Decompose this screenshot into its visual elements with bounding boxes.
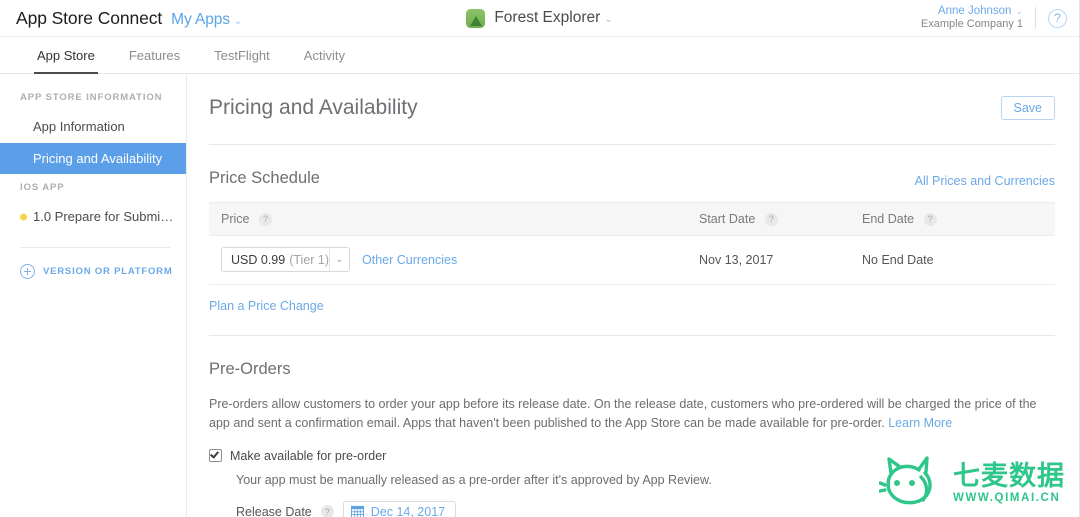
column-header-end-date-label: End Date — [862, 212, 914, 226]
price-help-icon[interactable]: ? — [259, 213, 272, 226]
end-date-help-icon[interactable]: ? — [924, 213, 937, 226]
user-name-label: Anne Johnson — [938, 5, 1012, 17]
save-button[interactable]: Save — [1001, 96, 1056, 120]
app-selector[interactable]: Forest Explorer ⌄ — [494, 9, 612, 27]
price-tier-select[interactable]: USD 0.99 (Tier 1) ⌄ — [221, 247, 350, 272]
plus-circle-icon — [20, 264, 35, 279]
chevron-down-icon: ⌄ — [234, 16, 242, 27]
header-divider — [1035, 7, 1036, 29]
tab-app-store[interactable]: App Store — [20, 37, 112, 73]
page-header: Pricing and Availability Save — [209, 74, 1055, 144]
app-name-label: Forest Explorer — [494, 9, 600, 26]
sidebar: APP STORE INFORMATION App Information Pr… — [0, 74, 187, 517]
pre-order-checkbox[interactable] — [209, 449, 222, 462]
plan-a-price-change-link[interactable]: Plan a Price Change — [209, 285, 1055, 313]
release-date-picker[interactable]: Dec 14, 2017 — [343, 501, 456, 517]
brand-area: App Store Connect My Apps ⌄ — [0, 8, 242, 29]
table-row: USD 0.99 (Tier 1) ⌄ Other Currencies Nov… — [209, 236, 1055, 285]
price-schedule-title: Price Schedule — [209, 169, 320, 188]
my-apps-label: My Apps — [171, 11, 230, 28]
column-header-price: Price ? — [209, 203, 687, 236]
sidebar-item-version-1-0[interactable]: 1.0 Prepare for Submissi... — [0, 201, 186, 233]
all-prices-and-currencies-link[interactable]: All Prices and Currencies — [915, 174, 1055, 188]
price-schedule-header: Price Schedule All Prices and Currencies — [209, 169, 1055, 202]
release-date-row: Release Date ? Dec 14, 2017 — [209, 487, 1055, 517]
tab-features[interactable]: Features — [112, 37, 197, 73]
sidebar-item-pricing-and-availability[interactable]: Pricing and Availability — [0, 143, 186, 175]
sidebar-section-ios-app: iOS APP — [0, 174, 186, 201]
app-store-connect-logo: App Store Connect — [16, 8, 162, 29]
column-header-start-date: Start Date ? — [687, 203, 850, 236]
price-value-label: USD 0.99 — [231, 253, 285, 267]
user-organization-label: Example Company 1 — [921, 18, 1023, 32]
sidebar-item-version-label: 1.0 Prepare for Submissi... — [33, 209, 186, 224]
chevron-down-icon: ⌄ — [1015, 6, 1023, 17]
chevron-down-icon: ⌄ — [604, 14, 612, 25]
chevron-down-icon: ⌄ — [329, 248, 349, 271]
page-title: Pricing and Availability — [209, 96, 418, 120]
learn-more-link[interactable]: Learn More — [888, 416, 952, 430]
tab-activity[interactable]: Activity — [287, 37, 362, 73]
tab-testflight[interactable]: TestFlight — [197, 37, 287, 73]
sidebar-item-app-information[interactable]: App Information — [0, 111, 186, 143]
release-date-help-icon[interactable]: ? — [321, 505, 334, 517]
calendar-icon — [351, 505, 364, 517]
price-schedule-table: Price ? Start Date ? End Date ? — [209, 202, 1055, 285]
release-date-value: Dec 14, 2017 — [371, 505, 445, 517]
check-icon — [210, 450, 219, 459]
price-cell-inner: USD 0.99 (Tier 1) ⌄ Other Currencies — [221, 247, 687, 272]
column-header-start-date-label: Start Date — [699, 212, 755, 226]
pre-orders-description: Pre-orders allow customers to order your… — [209, 395, 1054, 434]
end-date-cell: No End Date — [850, 236, 1055, 285]
main-nav-tabs: App Store Features TestFlight Activity — [0, 36, 1079, 74]
tree-shape-front — [472, 16, 480, 23]
user-text-block: Anne Johnson⌄ Example Company 1 — [921, 4, 1023, 32]
main-content: Pricing and Availability Save Price Sche… — [187, 74, 1079, 517]
app-store-connect-page: App Store Connect My Apps ⌄ Forest Explor… — [0, 0, 1080, 517]
add-version-or-platform-button[interactable]: VERSION OR PLATFORM — [0, 248, 186, 279]
other-currencies-link[interactable]: Other Currencies — [362, 253, 457, 267]
sidebar-section-app-store-information: APP STORE INFORMATION — [0, 84, 186, 111]
column-header-price-label: Price — [221, 212, 249, 226]
price-cell: USD 0.99 (Tier 1) ⌄ Other Currencies — [209, 236, 687, 285]
add-version-label: VERSION OR PLATFORM — [43, 266, 173, 277]
table-header-row: Price ? Start Date ? End Date ? — [209, 203, 1055, 236]
user-menu[interactable]: Anne Johnson⌄ — [921, 4, 1023, 18]
price-tier-label: (Tier 1) — [289, 253, 329, 267]
release-date-label: Release Date — [236, 505, 312, 517]
make-available-for-pre-order-row[interactable]: Make available for pre-order — [209, 434, 1055, 463]
my-apps-menu[interactable]: My Apps ⌄ — [171, 11, 242, 29]
status-dot-icon — [20, 213, 27, 220]
start-date-cell: Nov 13, 2017 — [687, 236, 850, 285]
price-schedule-section: Price Schedule All Prices and Currencies… — [209, 145, 1055, 313]
help-icon[interactable]: ? — [1048, 9, 1067, 28]
user-area: Anne Johnson⌄ Example Company 1 ? — [921, 0, 1067, 36]
pre-orders-section: Pre-Orders Pre-orders allow customers to… — [209, 336, 1055, 517]
top-bar: App Store Connect My Apps ⌄ Forest Explor… — [0, 0, 1079, 36]
pre-orders-title: Pre-Orders — [209, 360, 1055, 395]
forest-app-icon — [466, 9, 485, 28]
column-header-end-date: End Date ? — [850, 203, 1055, 236]
pre-order-note: Your app must be manually released as a … — [209, 463, 1055, 487]
start-date-help-icon[interactable]: ? — [765, 213, 778, 226]
body-container: APP STORE INFORMATION App Information Pr… — [0, 74, 1079, 517]
pre-order-checkbox-label: Make available for pre-order — [230, 449, 386, 463]
